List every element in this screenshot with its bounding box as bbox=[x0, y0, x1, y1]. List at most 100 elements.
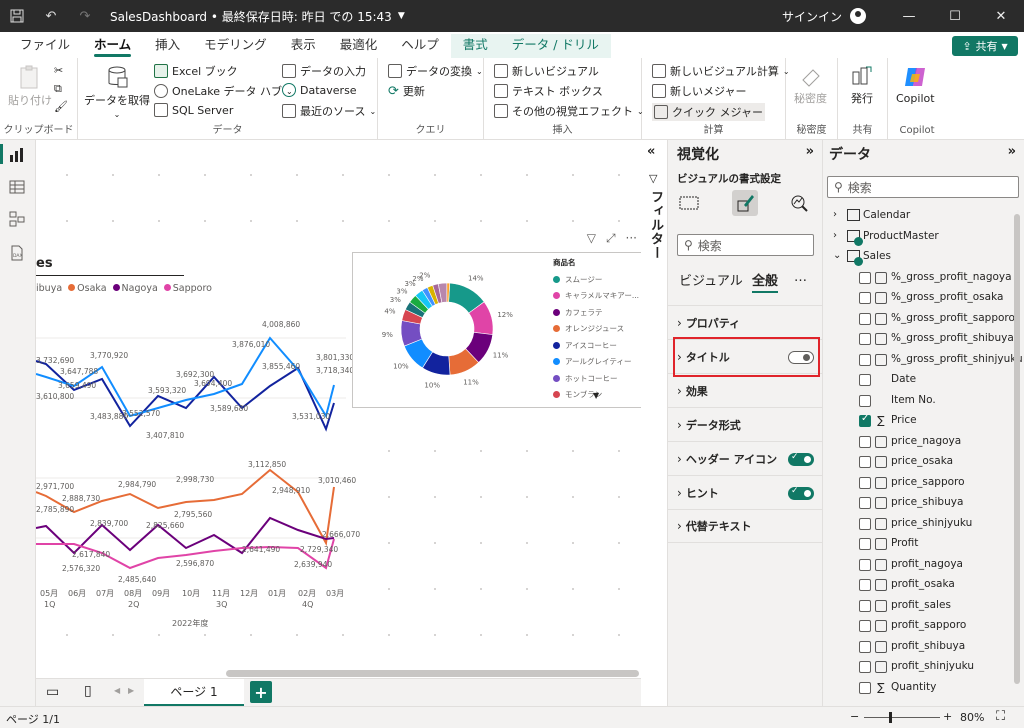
field-row[interactable]: price_shinjyuku bbox=[823, 514, 1011, 535]
field-row[interactable]: %_gross_profit_shinjyuku bbox=[823, 350, 1023, 371]
field-row[interactable]: %_gross_profit_nagoya bbox=[823, 268, 1012, 289]
field-row[interactable]: Profit bbox=[823, 534, 1011, 555]
section-data-format[interactable]: › データ形式 bbox=[668, 407, 824, 441]
field-row[interactable]: %_gross_profit_sapporo bbox=[823, 309, 1015, 330]
field-checkbox[interactable] bbox=[859, 558, 871, 571]
field-checkbox[interactable] bbox=[859, 292, 871, 304]
data-pane-scrollbar[interactable] bbox=[1013, 204, 1021, 704]
zoom-in-button[interactable]: + bbox=[943, 710, 952, 723]
field-row[interactable]: price_nagoya bbox=[823, 432, 1011, 453]
visual-search-input[interactable]: ⚲ 検索 bbox=[677, 234, 814, 256]
desktop-layout-icon[interactable]: ▭ bbox=[46, 684, 59, 700]
legend-item[interactable]: スムージー bbox=[553, 271, 641, 288]
section-alt-text[interactable]: › 代替テキスト bbox=[668, 509, 824, 543]
field-row[interactable]: Date bbox=[823, 370, 1011, 391]
section-header-icons[interactable]: › ヘッダー アイコン bbox=[668, 441, 824, 475]
cut-icon[interactable]: ✂ bbox=[54, 64, 63, 77]
chevron-right-icon[interactable]: › bbox=[833, 209, 837, 220]
tab-optimize[interactable]: 最適化 bbox=[328, 34, 390, 58]
field-row[interactable]: ∑ Price bbox=[823, 411, 1011, 432]
scroll-thumb[interactable] bbox=[1014, 214, 1020, 684]
field-row[interactable]: price_osaka bbox=[823, 452, 1011, 473]
filters-pane-collapsed[interactable]: « ▽ フィルター bbox=[641, 140, 667, 706]
header-icons-toggle[interactable] bbox=[788, 452, 814, 466]
avatar[interactable] bbox=[850, 8, 866, 24]
more-options-icon[interactable]: ··· bbox=[626, 231, 637, 246]
dax-query-view-icon[interactable]: DAX bbox=[8, 244, 26, 262]
collapse-icon[interactable]: « bbox=[647, 144, 655, 159]
field-checkbox[interactable] bbox=[859, 517, 871, 530]
format-visual-icon[interactable] bbox=[732, 190, 758, 216]
mobile-layout-icon[interactable]: ▯ bbox=[84, 683, 92, 699]
expand-icon[interactable]: » bbox=[1008, 144, 1016, 159]
format-painter-icon[interactable]: 🖌 bbox=[54, 100, 68, 113]
paste-button[interactable]: 貼り付け bbox=[8, 64, 52, 108]
fit-to-page-icon[interactable]: ⛶ bbox=[996, 709, 1005, 724]
donut-chart-visual[interactable]: ▽ ⤢ ··· 14% 12% 11% 11% 10% 10% 9% 4% 3% 3% 3% 2% 2%… bbox=[352, 231, 641, 408]
tab-format[interactable]: 書式 bbox=[450, 34, 500, 58]
build-visual-icon[interactable] bbox=[676, 190, 702, 216]
field-checkbox[interactable] bbox=[859, 640, 871, 653]
data-search-input[interactable]: ⚲ 検索 bbox=[827, 176, 1019, 198]
field-checkbox[interactable] bbox=[859, 394, 871, 407]
copy-icon[interactable]: ⧉ bbox=[54, 82, 62, 96]
section-properties[interactable]: › プロパティ bbox=[668, 305, 824, 339]
minimize-icon[interactable]: — bbox=[886, 0, 932, 32]
legend-scroll-down-icon[interactable]: ▼ bbox=[593, 391, 599, 400]
zoom-slider[interactable] bbox=[864, 712, 940, 723]
field-row[interactable]: profit_nagoya bbox=[823, 555, 1011, 576]
field-row[interactable]: price_shibuya bbox=[823, 493, 1011, 514]
field-checkbox[interactable] bbox=[859, 312, 871, 325]
page-tab[interactable]: ページ 1 bbox=[144, 679, 244, 707]
quick-measure-button[interactable]: クイック メジャー bbox=[652, 103, 765, 121]
field-row[interactable]: profit_sales bbox=[823, 596, 1011, 617]
legend-item[interactable]: キャラメルマキアー... bbox=[553, 288, 641, 305]
publish-button[interactable]: 発行 bbox=[850, 64, 874, 106]
zoom-out-button[interactable]: − bbox=[850, 710, 859, 723]
chevron-down-icon[interactable]: ▼ bbox=[398, 11, 405, 21]
expand-icon[interactable]: » bbox=[806, 144, 814, 159]
add-page-button[interactable]: + bbox=[250, 681, 272, 703]
chevron-right-icon[interactable]: › bbox=[833, 230, 837, 241]
next-page-icon[interactable]: ▶ bbox=[128, 686, 134, 695]
legend-item[interactable]: カフェラテ bbox=[553, 304, 641, 321]
new-measure-button[interactable]: 新しいメジャー bbox=[652, 83, 746, 99]
field-checkbox[interactable] bbox=[859, 599, 871, 612]
field-checkbox[interactable] bbox=[859, 456, 871, 468]
tab-home[interactable]: ホーム bbox=[82, 34, 143, 58]
field-row[interactable]: Item No. bbox=[823, 391, 1011, 412]
field-checkbox[interactable] bbox=[859, 579, 871, 591]
section-effects[interactable]: › 効果 bbox=[668, 373, 824, 407]
field-checkbox[interactable] bbox=[859, 497, 871, 509]
share-button[interactable]: ⇪ 共有 ▼ bbox=[952, 36, 1018, 56]
tab-visual[interactable]: ビジュアル bbox=[679, 270, 743, 289]
excel-workbook-button[interactable]: Excel ブック bbox=[154, 63, 238, 79]
more-options-icon[interactable]: … bbox=[794, 270, 807, 285]
legend-item[interactable]: アイスコーヒー bbox=[553, 337, 641, 354]
field-checkbox[interactable] bbox=[859, 374, 871, 386]
field-checkbox[interactable] bbox=[859, 271, 871, 284]
tab-view[interactable]: 表示 bbox=[279, 34, 328, 58]
field-checkbox[interactable] bbox=[859, 681, 871, 694]
recent-sources-button[interactable]: 最近のソース ⌄ bbox=[282, 103, 376, 119]
tab-help[interactable]: ヘルプ bbox=[389, 34, 451, 58]
model-view-icon[interactable] bbox=[8, 210, 26, 228]
field-row[interactable]: price_sapporo bbox=[823, 473, 1011, 494]
tab-insert[interactable]: 挿入 bbox=[143, 34, 192, 58]
maximize-icon[interactable]: ☐ bbox=[932, 0, 978, 32]
tab-file[interactable]: ファイル bbox=[8, 34, 82, 58]
table-view-icon[interactable] bbox=[8, 178, 26, 196]
report-canvas[interactable]: es ibuya Osaka Nagoya Sapporo 3,732,690 … bbox=[36, 140, 641, 678]
table-row-productmaster[interactable]: › ProductMaster bbox=[823, 227, 1011, 248]
field-checkbox[interactable] bbox=[859, 435, 871, 448]
sign-in-link[interactable]: サインイン bbox=[782, 8, 842, 25]
enter-data-button[interactable]: データの入力 bbox=[282, 63, 366, 79]
refresh-button[interactable]: ⟳ 更新 bbox=[388, 83, 425, 99]
section-tooltips[interactable]: › ヒント bbox=[668, 475, 824, 509]
field-checkbox[interactable] bbox=[859, 476, 871, 489]
field-row[interactable]: ∑ Quantity bbox=[823, 678, 1011, 699]
field-row[interactable]: %_gross_profit_shibuya bbox=[823, 329, 1014, 350]
text-box-button[interactable]: テキスト ボックス bbox=[494, 83, 603, 99]
legend-item[interactable]: ホットコーヒー bbox=[553, 370, 641, 387]
onelake-hub-button[interactable]: OneLake データ ハブ ⌄ bbox=[154, 83, 293, 99]
